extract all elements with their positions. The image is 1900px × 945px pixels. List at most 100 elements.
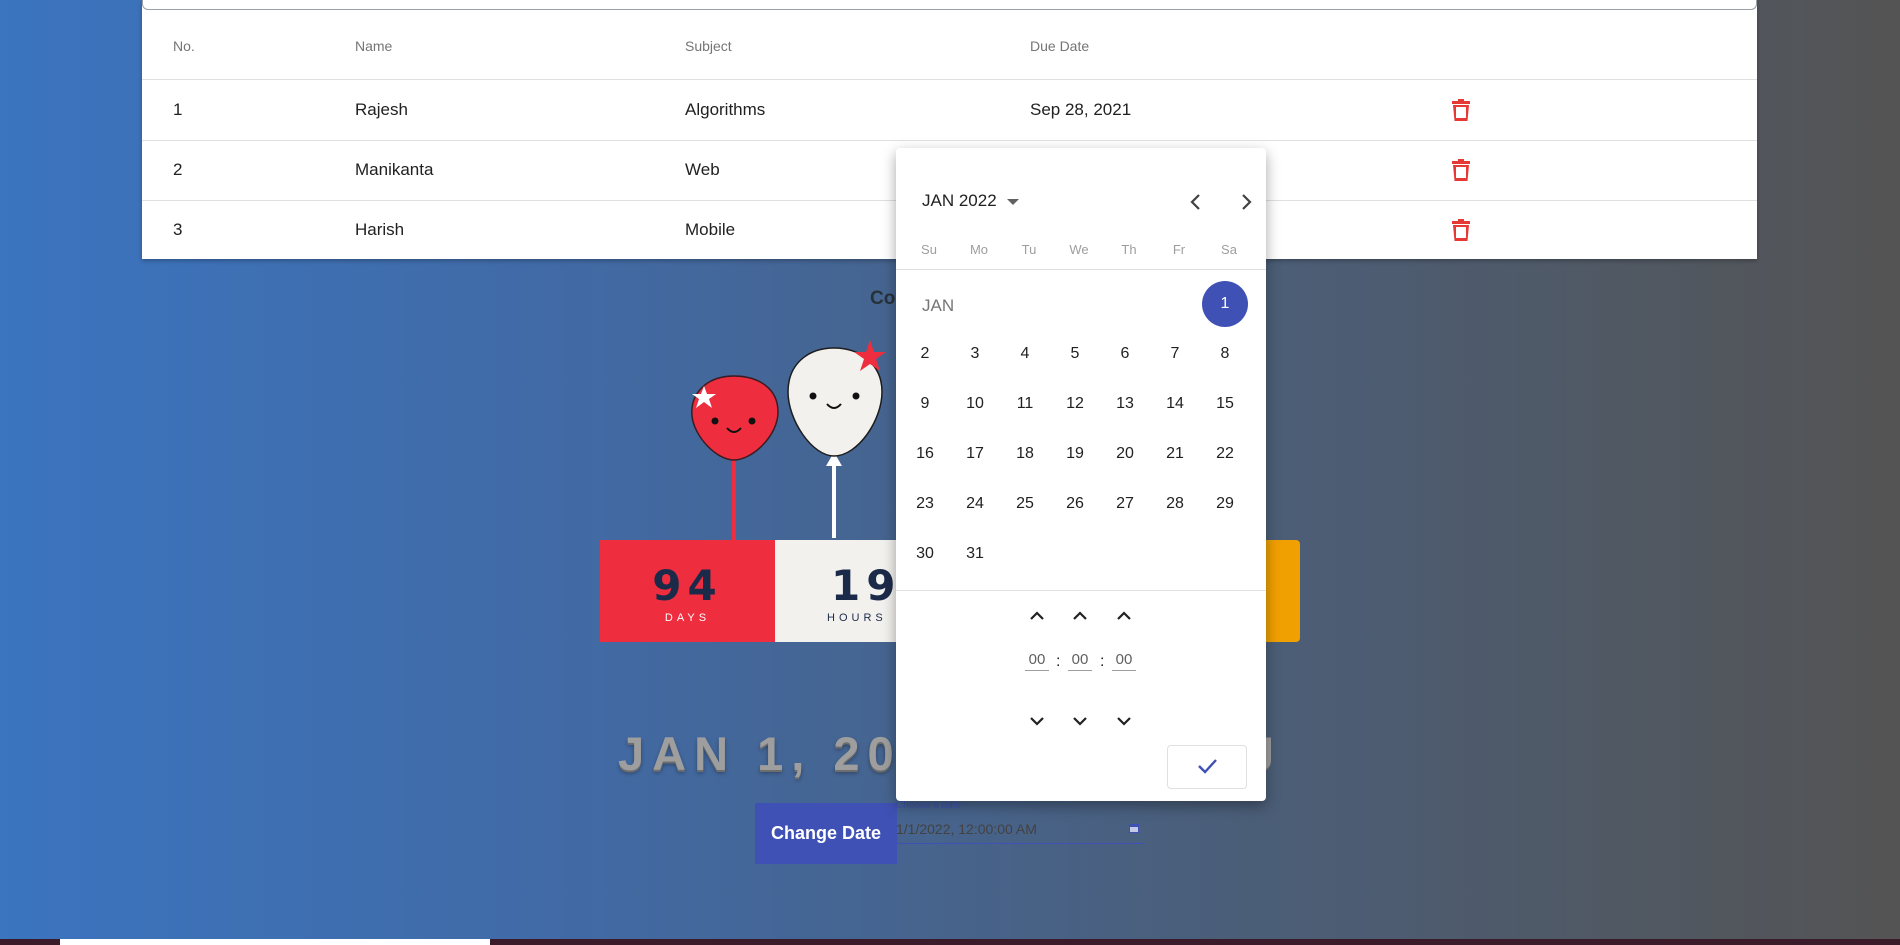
change-date-button[interactable]: Change Date: [755, 803, 897, 864]
calendar-day[interactable]: 24: [952, 481, 998, 527]
calendar-day[interactable]: 10: [952, 381, 998, 427]
chevron-right-icon[interactable]: [1230, 186, 1262, 218]
weekday-label: Sa: [1221, 242, 1237, 257]
calendar-day[interactable]: 16: [902, 431, 948, 477]
minutes-input[interactable]: 00: [1068, 651, 1092, 671]
calendar-day[interactable]: 25: [1002, 481, 1048, 527]
delete-button[interactable]: [1452, 159, 1470, 181]
weekday-label: Tu: [1021, 242, 1037, 257]
time-separator: :: [1056, 653, 1061, 670]
trash-icon: [1452, 99, 1470, 121]
calendar-day[interactable]: 11: [1002, 381, 1048, 427]
weekday-label: Th: [1121, 242, 1137, 257]
minutes-up-chevron-up-icon[interactable]: [1068, 604, 1092, 628]
trash-icon: [1452, 219, 1470, 241]
date-input-underline: [896, 843, 1144, 844]
calendar-day[interactable]: 20: [1102, 431, 1148, 477]
calendar-day[interactable]: 29: [1202, 481, 1248, 527]
seconds-down-chevron-down-icon[interactable]: [1112, 709, 1136, 733]
month-label: JAN: [922, 296, 955, 315]
calendar-day[interactable]: 21: [1152, 431, 1198, 477]
calendar-day[interactable]: 4: [1002, 331, 1048, 377]
white-balloon-illustration: [787, 340, 886, 538]
weekday-label: Su: [921, 242, 937, 257]
calendar-day[interactable]: 14: [1152, 381, 1198, 427]
days-unit: DAYS: [664, 612, 711, 624]
calendar-day[interactable]: 2: [902, 331, 948, 377]
seconds-input[interactable]: 00: [1112, 651, 1136, 671]
minutes-down-chevron-down-icon[interactable]: [1068, 709, 1092, 733]
calendar-day[interactable]: 7: [1152, 331, 1198, 377]
divider: [896, 590, 1266, 591]
row-name: Rajesh: [355, 100, 408, 119]
row-no: 1: [173, 100, 183, 119]
calendar-day[interactable]: 18: [1002, 431, 1048, 477]
days-value: 94: [652, 561, 723, 610]
trash-icon: [1452, 159, 1470, 181]
calendar-day[interactable]: 12: [1052, 381, 1098, 427]
calendar-day[interactable]: 31: [952, 531, 998, 577]
hours-down-chevron-down-icon[interactable]: [1025, 709, 1049, 733]
calendar-day[interactable]: 28: [1152, 481, 1198, 527]
time-separator: :: [1100, 653, 1105, 670]
confirm-button[interactable]: [1167, 745, 1247, 789]
date-input-value: 1/1/2022, 12:00:00 AM: [896, 821, 1037, 837]
caret-down-icon: [1006, 199, 1019, 205]
calendar-day[interactable]: 15: [1202, 381, 1248, 427]
row-no: 2: [173, 160, 183, 179]
bottom-strip-highlight: [60, 939, 490, 945]
datetime-picker-popup: JAN 2022 Su Mo Tu We Th Fr Sa JAN 123456…: [896, 148, 1266, 801]
hours-input[interactable]: 00: [1025, 651, 1049, 671]
days-tile: 94 DAYS: [600, 540, 775, 642]
weekday-header: Su Mo Tu We Th Fr Sa: [904, 242, 1258, 257]
calendar-day[interactable]: 9: [902, 381, 948, 427]
calendar-day[interactable]: 3: [952, 331, 998, 377]
hours-tile: 19 HOURS: [775, 540, 896, 642]
calendar-day[interactable]: 26: [1052, 481, 1098, 527]
check-icon: [1198, 758, 1217, 774]
calendar-day[interactable]: 13: [1102, 381, 1148, 427]
calendar-day[interactable]: 17: [952, 431, 998, 477]
row-due-date: Sep 28, 2021: [1030, 100, 1132, 119]
calendar-icon[interactable]: [1128, 822, 1140, 834]
countdown-caption: Co: [870, 288, 896, 309]
calendar-day[interactable]: 8: [1202, 331, 1248, 377]
seconds-tile: [1266, 540, 1300, 642]
calendar-day[interactable]: 5: [1052, 331, 1098, 377]
header-no: No.: [173, 38, 195, 54]
delete-button[interactable]: [1452, 99, 1470, 121]
header-due-date: Due Date: [1030, 38, 1090, 54]
red-balloon-illustration: [691, 375, 779, 540]
calendar-day[interactable]: 6: [1102, 331, 1148, 377]
target-date-heading: JAN 1, 202: [618, 727, 936, 780]
weekday-label: Mo: [969, 242, 989, 257]
calendar-day[interactable]: 23: [902, 481, 948, 527]
calendar-day[interactable]: 27: [1102, 481, 1148, 527]
delete-button[interactable]: [1452, 219, 1470, 241]
calendar-day[interactable]: 1: [1202, 281, 1248, 327]
row-name: Manikanta: [355, 160, 434, 179]
weekday-label: We: [1069, 242, 1089, 257]
table-top-border: [142, 0, 1757, 10]
row-subject: Web: [685, 160, 720, 179]
chevron-left-icon[interactable]: [1180, 186, 1212, 218]
header-name: Name: [355, 38, 393, 54]
row-subject: Mobile: [685, 220, 736, 239]
seconds-up-chevron-up-icon[interactable]: [1112, 604, 1136, 628]
period-label: JAN 2022: [922, 191, 997, 210]
hours-up-chevron-up-icon[interactable]: [1025, 604, 1049, 628]
header-subject: Subject: [685, 38, 732, 54]
period-selector-button[interactable]: JAN 2022: [922, 191, 1019, 211]
table-row: 1 Rajesh Algorithms Sep 28, 2021: [142, 80, 1757, 141]
date-input-label: Choose a date: [896, 800, 962, 811]
date-input-field[interactable]: Choose a date 1/1/2022, 12:00:00 AM: [896, 800, 1144, 846]
divider: [896, 269, 1266, 270]
hours-value: 19: [831, 561, 902, 610]
calendar-day[interactable]: 19: [1052, 431, 1098, 477]
weekday-label: Fr: [1172, 242, 1186, 257]
row-subject: Algorithms: [685, 100, 766, 119]
table-header-row: No. Name Subject Due Date: [142, 13, 1757, 80]
row-no: 3: [173, 220, 183, 239]
calendar-day[interactable]: 30: [902, 531, 948, 577]
calendar-day[interactable]: 22: [1202, 431, 1248, 477]
